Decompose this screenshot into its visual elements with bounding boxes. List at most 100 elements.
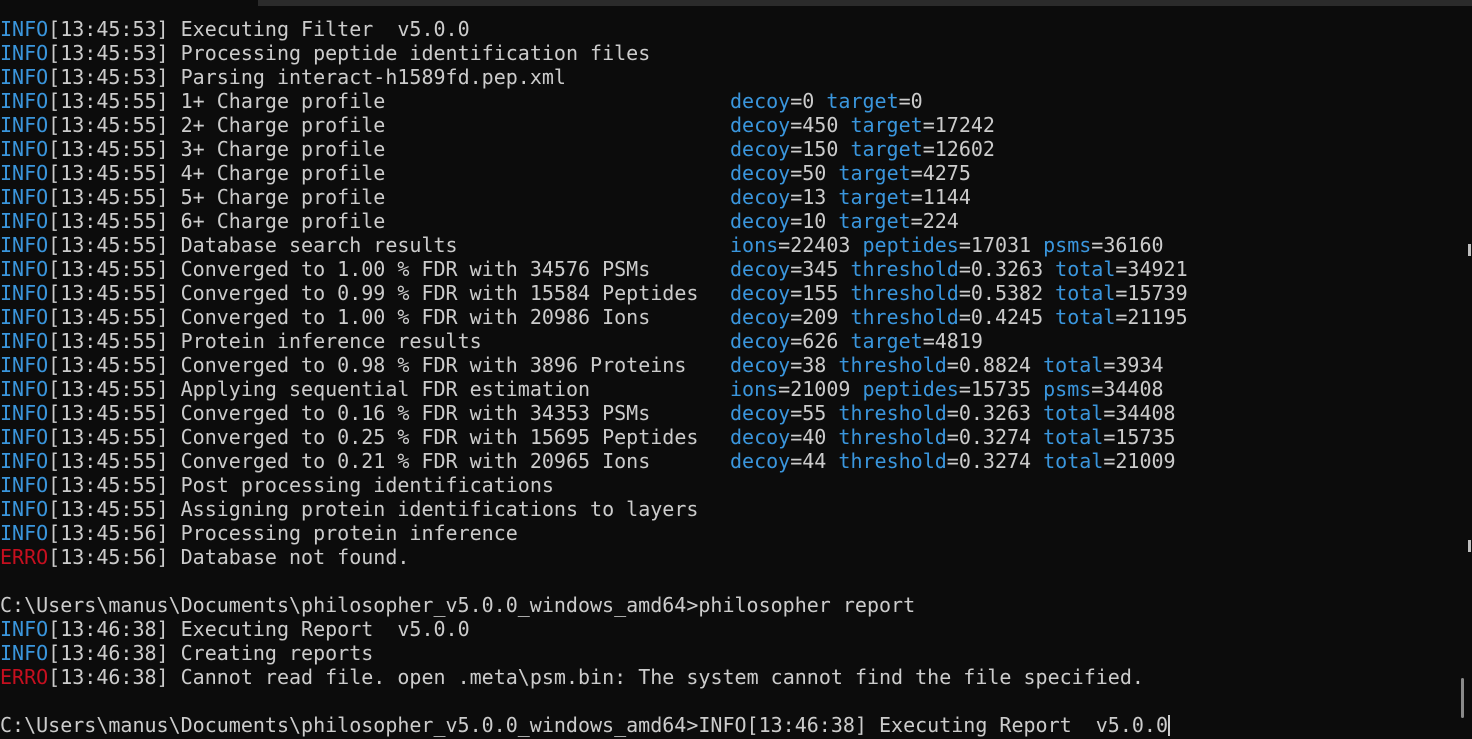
log-timestamp: [13:45:55] xyxy=(48,209,169,233)
field-value: 55 xyxy=(802,401,827,425)
log-timestamp: [13:46:38] xyxy=(48,641,169,665)
field-value: 450 xyxy=(802,113,839,137)
field-key: decoy xyxy=(730,353,791,377)
log-timestamp: [13:45:55] xyxy=(48,401,169,425)
log-level-info: INFO xyxy=(0,497,49,521)
field-key: threshold xyxy=(838,401,947,425)
log-message: Processing protein inference xyxy=(180,521,518,545)
vertical-scrollbar-thumb[interactable] xyxy=(1461,678,1464,718)
log-level-info: INFO xyxy=(0,89,49,113)
log-message: Converged to 1.00 % FDR with 20986 Ions xyxy=(180,305,651,329)
edge-marker xyxy=(1468,244,1471,256)
field-key: decoy xyxy=(730,329,791,353)
log-message: Converged to 1.00 % FDR with 34576 PSMs xyxy=(180,257,651,281)
terminal-line: INFO[13:45:55] 4+ Charge profile decoy=50… xyxy=(0,161,1460,185)
field-key: decoy xyxy=(730,209,791,233)
terminal-line: C:\Users\manus\Documents\philosopher_v5.… xyxy=(0,593,1460,617)
field-value: 38 xyxy=(802,353,827,377)
log-level-info: INFO xyxy=(0,329,49,353)
terminal-line: INFO[13:45:55] Post processing identific… xyxy=(0,473,1460,497)
terminal-line: INFO[13:46:38] Creating reports xyxy=(0,641,1460,665)
log-timestamp: [13:45:56] xyxy=(48,545,169,569)
log-fields: decoy=345 threshold=0.3263 total=34921 xyxy=(730,257,1188,281)
log-level-info: INFO xyxy=(0,353,49,377)
field-value: 0.3263 xyxy=(958,401,1032,425)
field-value: 209 xyxy=(802,305,839,329)
log-message: Database not found. xyxy=(180,545,410,569)
log-message: Post processing identifications xyxy=(180,473,554,497)
terminal-line: INFO[13:45:56] Processing protein infere… xyxy=(0,521,1460,545)
field-value: 0.4245 xyxy=(970,305,1044,329)
command-prompt-line: C:\Users\manus\Documents\philosopher_v5.… xyxy=(0,713,1168,737)
log-level-info: INFO xyxy=(0,17,49,41)
terminal-line: INFO[13:46:38] Executing Report v5.0.0 xyxy=(0,617,1460,641)
field-value: 0.5382 xyxy=(970,281,1044,305)
field-value: 0.3263 xyxy=(970,257,1044,281)
field-key: decoy xyxy=(730,449,791,473)
log-timestamp: [13:45:55] xyxy=(48,185,169,209)
log-fields: decoy=40 threshold=0.3274 total=15735 xyxy=(730,425,1176,449)
command-prompt-line: C:\Users\manus\Documents\philosopher_v5.… xyxy=(0,593,916,617)
log-timestamp: [13:45:55] xyxy=(48,89,169,113)
terminal-line: INFO[13:45:55] Converged to 1.00 % FDR w… xyxy=(0,305,1460,329)
field-key: decoy xyxy=(730,425,791,449)
field-key: psms xyxy=(1043,377,1092,401)
log-level-info: INFO xyxy=(0,137,49,161)
log-timestamp: [13:45:55] xyxy=(48,449,169,473)
log-level-error: ERRO xyxy=(0,545,49,569)
log-message: 2+ Charge profile xyxy=(180,113,386,137)
field-key: decoy xyxy=(730,89,791,113)
log-level-info: INFO xyxy=(0,377,49,401)
field-key: psms xyxy=(1043,233,1092,257)
field-value: 4275 xyxy=(922,161,971,185)
log-fields: decoy=50 target=4275 xyxy=(730,161,971,185)
field-key: decoy xyxy=(730,305,791,329)
log-message: Protein inference results xyxy=(180,329,482,353)
field-value: 50 xyxy=(802,161,827,185)
log-fields: ions=21009 peptides=15735 psms=34408 xyxy=(730,377,1164,401)
log-timestamp: [13:46:38] xyxy=(48,665,169,689)
log-timestamp: [13:45:55] xyxy=(48,329,169,353)
log-message: Converged to 0.98 % FDR with 3896 Protei… xyxy=(180,353,687,377)
field-value: 626 xyxy=(802,329,839,353)
field-value: 3934 xyxy=(1115,353,1164,377)
log-fields: decoy=44 threshold=0.3274 total=21009 xyxy=(730,449,1176,473)
log-fields: decoy=450 target=17242 xyxy=(730,113,995,137)
log-fields: decoy=155 threshold=0.5382 total=15739 xyxy=(730,281,1188,305)
log-message: 1+ Charge profile xyxy=(180,89,386,113)
field-key: target xyxy=(850,137,923,161)
terminal-line: INFO[13:45:55] Converged to 1.00 % FDR w… xyxy=(0,257,1460,281)
log-fields: decoy=10 target=224 xyxy=(730,209,959,233)
log-message: Processing peptide identification files xyxy=(180,41,651,65)
field-value: 150 xyxy=(802,137,839,161)
log-level-info: INFO xyxy=(0,449,49,473)
edge-marker xyxy=(1468,540,1471,552)
log-timestamp: [13:45:55] xyxy=(48,113,169,137)
log-timestamp: [13:45:53] xyxy=(48,65,169,89)
terminal-line: INFO[13:45:55] Converged to 0.25 % FDR w… xyxy=(0,425,1460,449)
log-message: Converged to 0.16 % FDR with 34353 PSMs xyxy=(180,401,651,425)
log-message: Database search results xyxy=(180,233,458,257)
log-timestamp: [13:45:55] xyxy=(48,497,169,521)
log-message: 6+ Charge profile xyxy=(180,209,386,233)
field-key: threshold xyxy=(838,449,947,473)
field-value: 0 xyxy=(802,89,815,113)
field-key: threshold xyxy=(850,281,959,305)
log-fields: decoy=13 target=1144 xyxy=(730,185,971,209)
field-value: 10 xyxy=(802,209,827,233)
field-key: decoy xyxy=(730,137,791,161)
field-key: decoy xyxy=(730,281,791,305)
field-value: 224 xyxy=(922,209,959,233)
log-timestamp: [13:45:55] xyxy=(48,281,169,305)
field-key: total xyxy=(1055,305,1116,329)
field-key: decoy xyxy=(730,185,791,209)
terminal-window[interactable]: INFO[13:45:53] Executing Filter v5.0.0 IN… xyxy=(0,0,1472,739)
log-level-info: INFO xyxy=(0,425,49,449)
terminal-line: INFO[13:45:55] 3+ Charge profile decoy=15… xyxy=(0,137,1460,161)
window-top-edge xyxy=(0,0,1472,6)
terminal-line: INFO[13:45:55] 6+ Charge profile decoy=10… xyxy=(0,209,1460,233)
terminal-output[interactable]: INFO[13:45:53] Executing Filter v5.0.0 IN… xyxy=(0,17,1460,737)
field-value: 17242 xyxy=(934,113,995,137)
terminal-line: INFO[13:45:55] 5+ Charge profile decoy=13… xyxy=(0,185,1460,209)
field-key: total xyxy=(1043,425,1104,449)
